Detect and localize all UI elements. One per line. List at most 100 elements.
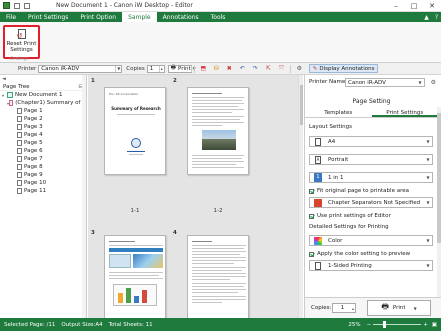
- undo-icon[interactable]: ↶: [239, 65, 246, 72]
- export-icon[interactable]: ⇱: [265, 65, 272, 72]
- copies-stepper[interactable]: 1 ▴: [146, 64, 165, 73]
- ribbon-group-label: Settings: [10, 57, 29, 62]
- page-setting-title: Page Setting: [352, 98, 391, 105]
- print-button[interactable]: 🖶 Print ▼: [367, 300, 431, 316]
- spin-icon: ▴: [158, 65, 163, 72]
- reset-print-settings-button[interactable]: ↺ Reset Print Settings: [3, 25, 40, 59]
- print-button[interactable]: 🖶 Print ▼: [167, 64, 196, 73]
- zoom-in-icon[interactable]: +: [423, 322, 428, 328]
- chevron-down-icon: ▼: [115, 65, 121, 72]
- tree-page[interactable]: Page 1: [0, 107, 86, 115]
- tree-page[interactable]: Page 2: [0, 115, 86, 123]
- tab-templates[interactable]: Templates: [305, 109, 372, 117]
- page-thumbnail[interactable]: [104, 235, 166, 318]
- page-thumbnail[interactable]: Pro. XX Corporation Summary of Research: [104, 87, 166, 175]
- tab-tools[interactable]: Tools: [205, 12, 232, 22]
- fit-original-checkbox[interactable]: Fit original page to printable area: [309, 188, 409, 194]
- portrait-icon: A: [315, 155, 321, 164]
- copies-stepper[interactable]: 1 ▴: [332, 303, 356, 313]
- cart-icon[interactable]: ⛁: [213, 65, 220, 72]
- delete-icon[interactable]: ✖: [226, 65, 233, 72]
- separator-icon: [312, 198, 324, 207]
- tree-chapter[interactable]: ▾ (Chapter1) Summary of R: [0, 99, 86, 107]
- tab-print-settings[interactable]: Print Settings: [371, 109, 438, 117]
- tree-page[interactable]: Page 6: [0, 147, 86, 155]
- tree-page[interactable]: Page 3: [0, 123, 86, 131]
- chapter-icon: [9, 100, 14, 106]
- maximize-button[interactable]: □: [405, 0, 423, 11]
- page-number: 1: [91, 78, 95, 84]
- ribbon-tabs: File Print Settings Print Option Sample …: [0, 12, 441, 22]
- page-thumbnail[interactable]: [187, 235, 249, 318]
- fit-page-icon[interactable]: ▣: [432, 322, 437, 328]
- tree-page[interactable]: Page 4: [0, 131, 86, 139]
- checkbox-checked-icon[interactable]: [309, 188, 314, 194]
- paper-icon: [312, 137, 324, 146]
- zoom-slider-handle[interactable]: [383, 321, 387, 328]
- color-icon: [312, 236, 324, 245]
- split-icon[interactable]: ⤧: [278, 65, 285, 72]
- page-tree-title: Page Tree: [3, 83, 30, 90]
- orientation-select[interactable]: A Portrait ▼: [309, 154, 433, 165]
- chapter-separator-select[interactable]: Chapter Separators Not Specified ▼: [309, 197, 433, 208]
- tab-print-settings[interactable]: Print Settings: [22, 12, 74, 22]
- tab-file[interactable]: File: [0, 12, 22, 22]
- tree-page[interactable]: Page 10: [0, 179, 86, 187]
- printer-select[interactable]: Canon iR-ADV ▼: [38, 64, 123, 73]
- layout-select[interactable]: 1 1 in 1 ▼: [309, 172, 433, 183]
- selected-page-status: Selected Page: /11: [4, 321, 56, 328]
- checkbox-checked-icon[interactable]: [309, 251, 314, 257]
- insert-icon[interactable]: ⬒: [200, 65, 207, 72]
- page-tree-panel: ◄ Page Tree ⊟ ▾ New Document 1 ▾ (Chapte…: [0, 75, 87, 318]
- page-icon: [17, 156, 22, 162]
- paper-size-select[interactable]: A4 ▼: [309, 136, 433, 147]
- redo-icon[interactable]: ↷: [252, 65, 259, 72]
- display-annotations-toggle[interactable]: ✎ Display Annotations: [308, 64, 379, 73]
- tree-page[interactable]: Page 7: [0, 155, 86, 163]
- minimize-button[interactable]: –: [387, 0, 405, 11]
- tab-annotations[interactable]: Annotations: [157, 12, 205, 22]
- apply-color-checkbox[interactable]: Apply the color setting to preview: [309, 251, 410, 257]
- photo-image: [202, 130, 236, 150]
- title-bar: New Document 1 - Canon iW Desktop - Edit…: [0, 0, 441, 12]
- app-icon: [3, 2, 10, 9]
- printer-properties-icon[interactable]: ⚙: [431, 79, 436, 86]
- sided-select[interactable]: 1-Sided Printing ▼: [309, 260, 433, 271]
- use-print-settings-checkbox[interactable]: Use print settings of Editor: [309, 213, 391, 219]
- tree-page[interactable]: Page 8: [0, 163, 86, 171]
- page-number: 3: [91, 230, 95, 236]
- tab-print-option[interactable]: Print Option: [74, 12, 122, 22]
- checkbox-checked-icon[interactable]: [309, 213, 314, 219]
- zoom-out-icon[interactable]: −: [367, 322, 372, 328]
- help-icon[interactable]: ?: [432, 14, 441, 21]
- tree-page[interactable]: Page 11: [0, 187, 86, 195]
- zoom-slider[interactable]: [373, 321, 422, 328]
- settings-scrollbar[interactable]: [437, 107, 441, 297]
- spin-icon: ▴: [351, 305, 354, 311]
- page-view: 1 2 Pro. XX Corporation Summary of Resea…: [88, 75, 303, 318]
- page-view-scrollbar[interactable]: [298, 75, 303, 318]
- window-title: New Document 1 - Canon iW Desktop - Edit…: [56, 2, 193, 9]
- collapse-panel-icon[interactable]: ◄: [2, 76, 6, 82]
- tree-page[interactable]: Page 5: [0, 139, 86, 147]
- settings-icon[interactable]: ⚙: [296, 65, 303, 72]
- color-select[interactable]: Color ▼: [309, 235, 433, 246]
- total-sheets-status: Total Sheets: 11: [108, 321, 153, 328]
- settings-tabs: Templates Print Settings: [305, 109, 438, 118]
- close-button[interactable]: ✕: [423, 0, 441, 11]
- copies-label: Copies: [126, 65, 145, 72]
- tree-root[interactable]: ▾ New Document 1: [0, 91, 86, 99]
- page-icon: [17, 124, 22, 130]
- page-icon: [17, 188, 22, 194]
- tree-page[interactable]: Page 9: [0, 171, 86, 179]
- quick-access-save-icon[interactable]: [24, 2, 30, 9]
- printer-icon: 🖶: [170, 65, 176, 71]
- quick-access-new-icon[interactable]: [14, 2, 20, 9]
- printer-name-select[interactable]: Canon iR-ADV ▼: [345, 78, 425, 87]
- tab-sample[interactable]: Sample: [122, 12, 157, 22]
- page-icon: [17, 164, 22, 170]
- page-thumbnail[interactable]: [187, 87, 249, 175]
- page-icon: [17, 108, 22, 114]
- ribbon-collapse-icon[interactable]: ▲: [421, 14, 432, 21]
- tree-scrollbar[interactable]: [82, 75, 86, 318]
